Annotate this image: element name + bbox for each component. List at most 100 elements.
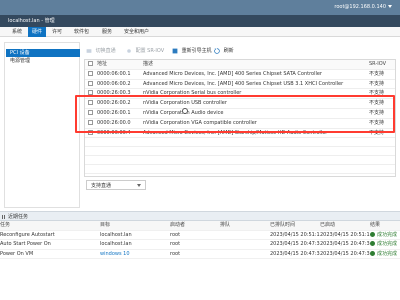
table-row[interactable]: 0000:26:00.0 nVidia Corporation VGA comp… (85, 118, 395, 129)
checkbox[interactable] (88, 109, 93, 115)
row-checkbox-cell[interactable] (85, 79, 97, 90)
toggle-passthrough-button[interactable]: 切换直通 (86, 46, 116, 56)
column-description[interactable]: 描述 (143, 60, 369, 70)
checkbox[interactable] (88, 70, 93, 76)
checkbox[interactable] (88, 100, 93, 106)
checkbox[interactable] (88, 80, 93, 86)
table-row[interactable]: 0000:06:00.1 Advanced Micro Devices, Inc… (85, 69, 395, 80)
cell-queue (220, 230, 270, 241)
tab-hardware[interactable]: 硬件 (28, 27, 47, 37)
tab-packages[interactable]: 软件包 (70, 27, 93, 37)
cell-address: 0000:26:00.2 (97, 98, 143, 109)
select-all-checkbox-cell[interactable] (85, 60, 97, 70)
column-started[interactable]: 已启动 (320, 221, 370, 231)
pci-table: 地址 描述 SR-IOV 0000:06:00.1 Advanced Micro… (84, 59, 396, 177)
tab-security-users[interactable]: 安全和用户 (120, 27, 153, 37)
refresh-button[interactable]: 刷新 (214, 46, 234, 56)
table-row[interactable]: Auto Start Power On localhost.lan root 2… (0, 239, 400, 250)
cell-started: 2023/04/15 20:51:13 (320, 230, 370, 241)
row-checkbox-cell[interactable] (85, 98, 97, 109)
success-icon (370, 241, 375, 247)
recent-tasks-bar[interactable]: 近期任务 (0, 211, 400, 221)
cell-initiator: root (170, 230, 220, 241)
row-checkbox-cell[interactable] (85, 69, 97, 80)
cell-result: 成功完成 (370, 239, 400, 250)
table-row[interactable]: 0000:26:00.2 nVidia Corporation USB cont… (85, 98, 395, 109)
drag-handle-icon[interactable] (2, 215, 5, 219)
column-task[interactable]: 任务 (0, 221, 100, 231)
mouse-cursor (182, 108, 188, 114)
sidebar: PCI 设备 电源管理 (4, 42, 80, 208)
column-sriov[interactable]: SR-IOV (369, 60, 395, 70)
tab-system[interactable]: 系统 (8, 27, 26, 37)
success-icon (370, 231, 375, 237)
cell-target-link[interactable]: windows 10 (100, 249, 170, 260)
cell-queue (220, 249, 270, 260)
empty-cell (97, 164, 143, 174)
reboot-host-button[interactable]: 重新引导主机 (172, 46, 212, 56)
empty-cell (369, 137, 395, 148)
empty-cell (369, 146, 395, 156)
pci-grid: 地址 描述 SR-IOV 0000:06:00.1 Advanced Micro… (85, 60, 395, 176)
checkbox[interactable] (88, 61, 93, 66)
table-row (85, 146, 395, 156)
recent-tasks-table: 任务 目标 启动者 排队 已排队时间 已启动 结果 Reconfigure Au… (0, 221, 400, 300)
table-row[interactable]: 0000:06:00.2 Advanced Micro Devices, Inc… (85, 79, 395, 90)
toggle-passthrough-label: 切换直通 (95, 48, 116, 54)
cell-sriov: 不支持 (369, 108, 395, 119)
row-checkbox-cell[interactable] (85, 128, 97, 139)
cell-description: Advanced Micro Devices, Inc. [AMD] Stars… (143, 128, 369, 139)
configure-sriov-button[interactable]: 配置 SR-IOV (126, 46, 164, 56)
recent-tasks-title: 近期任务 (8, 214, 29, 220)
column-queue[interactable]: 排队 (220, 221, 270, 231)
column-address[interactable]: 地址 (97, 60, 143, 70)
user-menu[interactable]: root@192.168.0.140 (334, 4, 392, 10)
cell-queued-time: 2023/04/15 20:47:36 (270, 239, 320, 250)
empty-cell (143, 146, 369, 156)
tab-services[interactable]: 服务 (98, 27, 116, 37)
cell-sriov: 不支持 (369, 98, 395, 109)
table-row[interactable]: Reconfigure Autostart localhost.lan root… (0, 230, 400, 241)
filter-select-value: 支持直通 (91, 183, 112, 189)
cell-address: 0000:26:00.0 (97, 118, 143, 129)
table-row[interactable]: 0000:26:00.1 nVidia Corporation Audio de… (85, 108, 395, 119)
result-text: 成功完成 (377, 241, 398, 248)
sidebar-item-power[interactable]: 电源管理 (6, 57, 80, 65)
table-row[interactable]: 0000:06:00.4 Advanced Micro Devices, Inc… (85, 128, 395, 139)
table-row (85, 137, 395, 148)
empty-cell (369, 155, 395, 165)
cell-result: 成功完成 (370, 249, 400, 260)
refresh-icon (214, 47, 220, 54)
empty-cell (85, 137, 97, 148)
cell-address: 0000:06:00.1 (97, 69, 143, 80)
success-icon (370, 250, 375, 256)
cell-queued-time: 2023/04/15 20:51:13 (270, 230, 320, 241)
table-row (85, 173, 395, 176)
column-queued-time[interactable]: 已排队时间 (270, 221, 320, 231)
column-initiator[interactable]: 启动者 (170, 221, 220, 231)
passthrough-icon (86, 48, 92, 53)
cell-result: 成功完成 (370, 230, 400, 241)
checkbox[interactable] (88, 119, 93, 125)
filter-select[interactable]: 支持直通 (86, 180, 146, 190)
checkbox[interactable] (88, 129, 93, 135)
empty-cell (143, 173, 369, 176)
row-checkbox-cell[interactable] (85, 88, 97, 100)
table-row[interactable]: Power On VM windows 10 root 2023/04/15 2… (0, 249, 400, 260)
sidebar-item-pci[interactable]: PCI 设备 (6, 49, 80, 57)
table-row (85, 164, 395, 174)
empty-cell (85, 173, 97, 176)
cell-address: 0000:26:00.3 (97, 88, 143, 100)
cell-target: localhost.lan (100, 230, 170, 241)
table-row[interactable]: 0000:26:00.3 nVidia Corporation Serial b… (85, 88, 395, 100)
row-checkbox-cell[interactable] (85, 118, 97, 129)
cell-initiator: root (170, 249, 220, 260)
cell-started: 2023/04/15 20:47:36 (320, 249, 370, 260)
column-target[interactable]: 目标 (100, 221, 170, 231)
cell-address: 0000:26:00.1 (97, 108, 143, 119)
tab-license[interactable]: 许可 (48, 27, 66, 37)
column-result[interactable]: 结果 (370, 221, 400, 231)
row-checkbox-cell[interactable] (85, 108, 97, 119)
cell-address: 0000:06:00.2 (97, 79, 143, 90)
checkbox[interactable] (88, 90, 93, 96)
